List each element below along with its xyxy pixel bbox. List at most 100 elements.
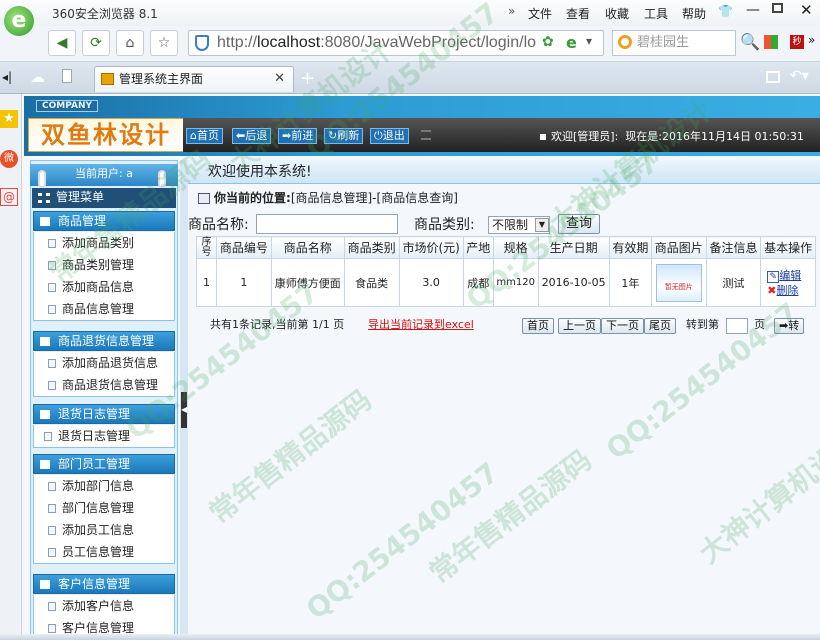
section-return[interactable]: 商品退货信息管理 [33,331,175,351]
tab-window-icon[interactable] [766,71,780,83]
weibo-icon[interactable]: 微 [0,150,18,168]
shield-icon [195,35,209,51]
sidebar-item-label: 添加商品类别 [62,236,135,250]
product-table: 序号 商品编号 商品名称 商品类别 市场价(元) 产地 规格 生产日期 有效期 … [196,236,816,307]
page-unit-label: 页 [754,318,765,331]
prev-page-button[interactable]: 上一页 [558,318,601,334]
sidebar-item-employee-manage[interactable]: 员工信息管理 [34,541,174,563]
sidebar-item-return-manage[interactable]: 商品退货信息管理 [34,374,174,396]
nav-forward-button[interactable]: ➡前进 [278,128,318,144]
browser-logo-icon: e [4,6,34,36]
query-button[interactable]: 查询 [558,214,600,234]
sidebar-item-return-log-manage[interactable]: 退货日志管理 [34,425,174,447]
nav-back-button[interactable]: ⬅后退 [232,128,272,144]
skin-icon[interactable]: 👕 [718,4,733,18]
nav-home-button[interactable]: ⌂首页 [186,128,223,144]
nav-logout-button[interactable]: ⏻退出 [370,128,409,144]
collapse-arrow-icon[interactable]: ◀ [181,392,187,428]
close-icon[interactable]: ✕ [800,1,813,19]
sidebar-item-add-return[interactable]: 添加商品退货信息 [34,352,174,374]
product-thumbnail[interactable]: 暂无图片 [655,263,702,302]
delete-label: 删除 [776,283,799,297]
sidebar-item-department-manage[interactable]: 部门信息管理 [34,497,174,519]
refresh-icon: ↻ [328,129,338,142]
tab-favicon [101,73,114,85]
back-button[interactable]: ◀ [48,30,76,56]
cell-spec: mm120 [492,258,539,307]
pencil-icon: ✎ [767,270,780,283]
toolbar-more-icon[interactable]: » [808,33,815,47]
sidebar-item-label: 员工信息管理 [62,545,135,559]
company-tag: COMPANY [36,100,98,112]
next-page-button[interactable]: 下一页 [601,318,644,334]
section-title: 客户信息管理 [58,577,131,591]
refresh-button[interactable]: ⟳ [82,30,110,56]
section-icon [40,410,50,419]
product-type-select[interactable]: 不限制 ▼ [488,216,550,234]
sidebar-item-add-category[interactable]: 添加商品类别 [34,232,174,254]
url-dropdown-icon[interactable]: ▾ [586,34,592,48]
page-icon [48,624,56,633]
goto-button-label: 转 [788,319,800,332]
watermark-text: 常年售精品源码 [423,443,598,590]
minimize-icon[interactable]: — [746,2,760,18]
tab-main-system[interactable]: 管理系统主界面 ✕ [94,66,294,92]
compat-mode-icon[interactable]: ✿ [542,34,554,50]
edit-link[interactable]: ✎ 编辑 [767,268,813,283]
goto-button[interactable]: ➡转 [774,318,805,334]
cell-date: 2016-10-05 [537,258,610,307]
col-seq-label: 序号 [201,236,212,258]
menu-help[interactable]: 帮助 [682,5,706,22]
home-button[interactable]: ⌂ [116,30,144,56]
date-label: 现在是: [625,130,663,143]
new-tab-button[interactable]: + [300,68,315,89]
nav-forward-label: 前进 [291,129,314,142]
menu-tools[interactable]: 工具 [644,5,668,22]
goto-page-input[interactable] [726,318,748,334]
ie-mode-icon[interactable]: e [566,33,577,52]
delete-link[interactable]: ✖删除 [767,283,813,298]
last-page-button[interactable]: 尾页 [644,318,676,334]
tab-close-icon[interactable]: ✕ [274,67,285,91]
sidebar-toggle-icon[interactable]: ◂| [2,70,12,84]
sidebar-item-label: 退货日志管理 [58,429,131,443]
product-name-input[interactable] [256,214,398,234]
col-name: 商品名称 [270,236,345,259]
search-input[interactable]: 碧桂园生 [612,30,736,56]
menu-favorites[interactable]: 收藏 [605,5,629,22]
page-icon [48,239,56,248]
section-return-log[interactable]: 退货日志管理 [33,404,175,424]
sidebar-item-add-customer[interactable]: 添加客户信息 [34,595,174,617]
sidebar-item-category-manage[interactable]: 商品类别管理 [34,254,174,276]
page-icon [48,482,56,491]
section-product[interactable]: 商品管理 [33,211,175,231]
tab-undo-icon[interactable]: ↶▾ [790,68,809,84]
menu-file[interactable]: 文件 [528,5,552,22]
apps-grid-icon[interactable] [764,35,778,49]
search-icon[interactable]: 🔍 [740,32,760,51]
nav-refresh-button[interactable]: ↻刷新 [324,128,364,144]
first-page-button[interactable]: 首页 [522,318,554,334]
sidebar-item-add-department[interactable]: 添加部门信息 [34,475,174,497]
cloud-icon[interactable]: ☁ [30,68,45,86]
sidebar-item-add-employee[interactable]: 添加员工信息 [34,519,174,541]
section-staff[interactable]: 部门员工管理 [33,454,175,474]
user-avatar-icon[interactable]: 秒 [790,35,804,49]
product-type-value: 不限制 [492,218,529,232]
menu-view[interactable]: 查看 [566,5,590,22]
sidebar-item-label: 商品退货信息管理 [62,378,159,392]
sidebar-item-add-product[interactable]: 添加商品信息 [34,276,174,298]
favorite-star-button[interactable]: ☆ [150,30,178,56]
menu-expand-icon[interactable]: » [508,4,515,18]
document-icon[interactable] [62,69,72,83]
sidebar-item-label: 商品信息管理 [62,302,135,316]
bullet-icon [540,134,546,140]
arrow-right-icon: ➡ [282,129,292,142]
mail-icon[interactable]: @ [0,188,18,206]
sidebar-item-product-manage[interactable]: 商品信息管理 [34,298,174,320]
maximize-icon[interactable] [772,3,783,13]
export-excel-link[interactable]: 导出当前记录到excel [368,314,474,336]
section-customer[interactable]: 客户信息管理 [33,574,175,594]
power-icon: ⏻ [374,129,383,142]
favorites-star-icon[interactable]: ★ [0,110,18,128]
